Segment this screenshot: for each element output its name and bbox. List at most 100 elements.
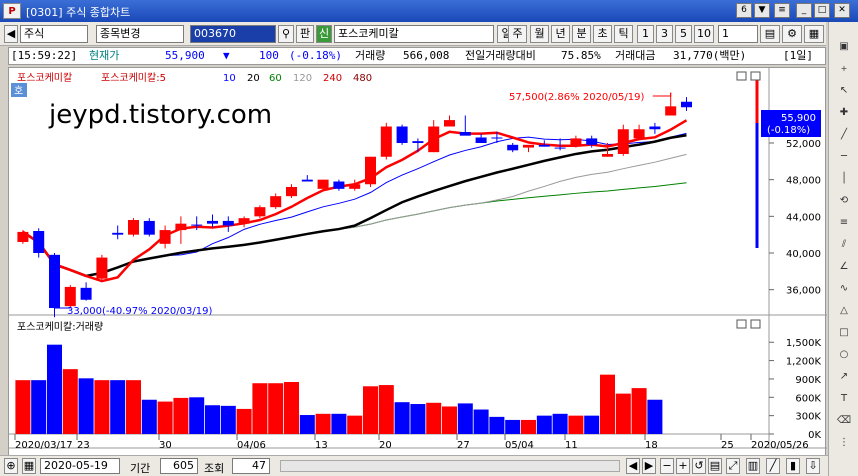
candle-body bbox=[96, 257, 108, 279]
crosshair-icon[interactable]: ✚ bbox=[833, 104, 855, 122]
bar-chart-icon[interactable]: ▥ bbox=[746, 458, 760, 474]
trendline-icon[interactable]: ╱ bbox=[833, 126, 855, 144]
text-icon[interactable]: T bbox=[833, 390, 855, 408]
triangle-icon[interactable]: △ bbox=[833, 302, 855, 320]
legend-stock-name: 포스코케미칼 bbox=[17, 71, 72, 84]
volume-bar bbox=[268, 383, 284, 434]
export-icon[interactable]: ⇩ bbox=[806, 458, 820, 474]
panel-close-icon[interactable] bbox=[750, 71, 761, 81]
layout-icon[interactable]: ▦ bbox=[804, 25, 824, 43]
search-icon[interactable]: ⚲ bbox=[278, 25, 294, 43]
prev-volume-label: 전일거래량대비 bbox=[465, 49, 536, 62]
wave-icon[interactable]: ∿ bbox=[833, 280, 855, 298]
volume-restore-icon[interactable] bbox=[736, 319, 747, 329]
stock-name-value: 포스코케미칼 bbox=[338, 27, 399, 40]
volume-bar bbox=[505, 419, 521, 434]
volume-label: 거래량 bbox=[355, 49, 386, 62]
market-select-value: 주식 bbox=[24, 27, 45, 40]
eraser-icon[interactable]: ⌫ bbox=[833, 412, 855, 430]
scroll-right-icon[interactable]: ▶ bbox=[642, 458, 656, 474]
tool-menu-icon[interactable]: ▣ bbox=[833, 38, 855, 56]
pan-button[interactable]: 판 bbox=[296, 25, 314, 43]
volume-tick-label: 1,500K bbox=[786, 338, 822, 349]
line-chart-icon[interactable]: ╱ bbox=[766, 458, 780, 474]
minimize-icon[interactable]: _ bbox=[796, 3, 812, 18]
window-menu-icon[interactable]: ≡ bbox=[774, 3, 790, 18]
volume-tick-label: 1,200K bbox=[786, 357, 822, 368]
more-tools-icon[interactable]: ⋮ bbox=[833, 434, 855, 452]
interval-3-button[interactable]: 3 bbox=[656, 25, 673, 43]
interval-1-button[interactable]: 1 bbox=[637, 25, 654, 43]
zoom-in-icon[interactable]: + bbox=[676, 458, 690, 474]
volume-bar bbox=[442, 406, 457, 434]
stock-code-input[interactable]: 003670 bbox=[190, 25, 276, 43]
interval-10-button[interactable]: 10 bbox=[694, 25, 714, 43]
fibonacci-icon[interactable]: ≡ bbox=[833, 214, 855, 232]
period-minute-button[interactable]: 분 bbox=[572, 25, 591, 43]
volume-bar bbox=[205, 405, 220, 434]
period-tag[interactable]: [1일] bbox=[783, 48, 813, 64]
arrow-icon[interactable]: ↗ bbox=[833, 368, 855, 386]
grid-icon[interactable]: ▤ bbox=[708, 458, 722, 474]
settings-icon[interactable]: ⚙ bbox=[782, 25, 802, 43]
period-week-button[interactable]: 주 bbox=[508, 25, 527, 43]
period-input[interactable]: 605 bbox=[160, 458, 198, 474]
date-input[interactable]: 2020-05-19 bbox=[40, 458, 120, 474]
period-second-button[interactable]: 초 bbox=[593, 25, 612, 43]
print-icon[interactable]: ▤ bbox=[760, 25, 780, 43]
cursor-icon[interactable]: ↖ bbox=[833, 82, 855, 100]
watermark: jeypd.tistory.com bbox=[48, 100, 272, 130]
interval-input[interactable]: 1 bbox=[718, 25, 758, 43]
candle-body bbox=[380, 126, 392, 157]
volume-bar bbox=[315, 413, 331, 434]
ellipse-icon[interactable]: ○ bbox=[833, 346, 855, 364]
volume-bar bbox=[378, 385, 394, 434]
view-input[interactable]: 47 bbox=[232, 458, 270, 474]
price-info-bar: [15:59:22] 현재가 55,900 ▼ 100 (-0.18%) 거래량… bbox=[8, 47, 826, 65]
change-stock-select[interactable]: 종목변경 bbox=[96, 25, 184, 43]
calendar-icon[interactable]: ▦ bbox=[22, 458, 36, 474]
page-indicator[interactable]: 6 bbox=[736, 3, 752, 18]
tool-add-icon[interactable]: + bbox=[833, 60, 855, 78]
market-select[interactable]: 주식 bbox=[20, 25, 88, 43]
candle-chart-icon[interactable]: ▮ bbox=[786, 458, 800, 474]
maximize-icon[interactable]: □ bbox=[814, 3, 830, 18]
x-tick-label: 25 bbox=[721, 440, 734, 451]
period-month-button[interactable]: 월 bbox=[530, 25, 549, 43]
x-tick-label: 2020/03/17 bbox=[15, 440, 73, 451]
hline-icon[interactable]: ─ bbox=[833, 148, 855, 166]
x-tick-label: 20 bbox=[379, 440, 392, 451]
volume-close-icon[interactable] bbox=[750, 319, 761, 329]
reset-icon[interactable]: ↺ bbox=[692, 458, 706, 474]
auto-icon[interactable]: ⟲ bbox=[833, 192, 855, 210]
fit-icon[interactable]: ⤢ bbox=[726, 458, 740, 474]
close-icon[interactable]: ✕ bbox=[834, 3, 850, 18]
candle-body bbox=[412, 141, 424, 143]
new-button[interactable]: 신 bbox=[316, 25, 332, 43]
dropdown-icon[interactable]: ▼ bbox=[754, 3, 770, 18]
channel-icon[interactable]: ⫽ bbox=[833, 236, 855, 254]
rectangle-icon[interactable]: □ bbox=[833, 324, 855, 342]
prev-arrow-icon[interactable]: ◀ bbox=[4, 25, 18, 43]
candle-body bbox=[507, 144, 519, 151]
period-year-button[interactable]: 년 bbox=[551, 25, 570, 43]
vline-icon[interactable]: │ bbox=[833, 170, 855, 188]
x-tick-label: 05/04 bbox=[505, 440, 534, 451]
chart-svg[interactable]: 52,000 48,000 44,000 40,000 36,000 1,500K 1,2… bbox=[9, 68, 827, 470]
candle-body bbox=[523, 144, 534, 148]
scroll-left-icon[interactable]: ◀ bbox=[626, 458, 640, 474]
pin-icon[interactable]: ⊕ bbox=[4, 458, 18, 474]
angle-icon[interactable]: ∠ bbox=[833, 258, 855, 276]
x-tick-label: 27 bbox=[457, 440, 470, 451]
chart-area[interactable]: 52,000 48,000 44,000 40,000 36,000 1,500K 1,2… bbox=[8, 67, 827, 470]
price-tick-label: 40,000 bbox=[786, 249, 821, 260]
prev-volume-pct: 75.85% bbox=[561, 49, 601, 62]
volume-bar bbox=[189, 397, 205, 434]
period-tick-button[interactable]: 틱 bbox=[614, 25, 633, 43]
panel-restore-icon[interactable] bbox=[736, 71, 747, 81]
x-tick-label: 11 bbox=[565, 440, 578, 451]
scroll-track[interactable] bbox=[280, 460, 620, 472]
zoom-out-icon[interactable]: − bbox=[660, 458, 674, 474]
candle-body bbox=[365, 156, 376, 185]
interval-5-button[interactable]: 5 bbox=[675, 25, 692, 43]
